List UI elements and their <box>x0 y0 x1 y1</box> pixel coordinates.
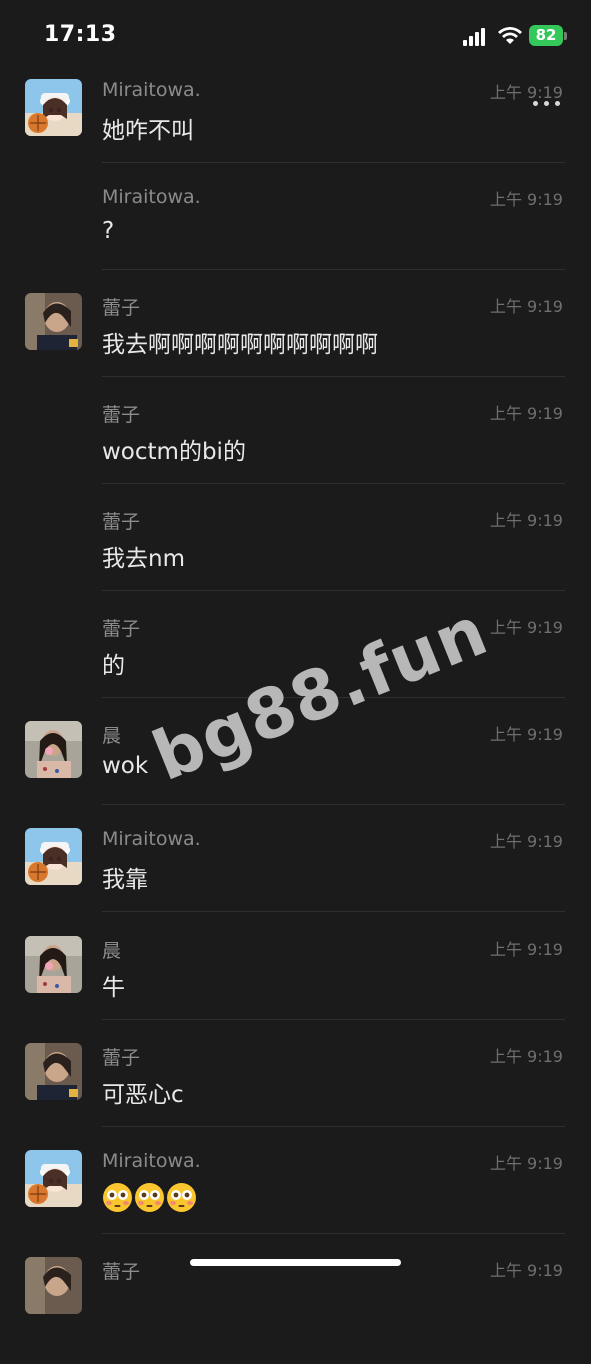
message-item[interactable]: 蕾子 上午 9:19 woctm的bi的 <box>0 400 591 507</box>
message-item[interactable]: 晨 上午 9:19 牛 <box>0 936 591 1043</box>
message-text: ? <box>102 218 115 244</box>
message-item[interactable]: Miraitowa. 上午 9:19 她咋不叫 <box>0 79 591 186</box>
message-time: 上午 9:19 <box>489 1261 563 1280</box>
message-item[interactable]: 蕾子 上午 9:19 <box>0 1257 591 1364</box>
message-text: 我靠 <box>102 867 148 893</box>
sender-name: 晨 <box>102 725 122 747</box>
sender-name: Miraitowa. <box>102 186 201 208</box>
sender-name: 蕾子 <box>102 297 141 319</box>
message-time: 上午 9:19 <box>489 1154 563 1173</box>
sender-name: 蕾子 <box>102 618 141 640</box>
divider <box>102 483 565 484</box>
sender-name: Miraitowa. <box>102 828 201 850</box>
message-item[interactable]: Miraitowa. 上午 9:19 我靠 <box>0 828 591 935</box>
flushed-face-emoji-icon <box>103 1183 132 1212</box>
message-text: woctm的bi的 <box>102 439 246 465</box>
divider <box>102 376 565 377</box>
flushed-face-emoji-icon <box>135 1183 164 1212</box>
divider <box>102 1233 565 1234</box>
sender-name: Miraitowa. <box>102 79 201 101</box>
message-item[interactable]: 蕾子 上午 9:19 的 <box>0 614 591 721</box>
message-time: 上午 9:19 <box>489 83 563 102</box>
message-item[interactable]: 蕾子 上午 9:19 我去啊啊啊啊啊啊啊啊啊啊 <box>0 293 591 400</box>
message-time: 上午 9:19 <box>489 1047 563 1066</box>
message-time: 上午 9:19 <box>489 190 563 209</box>
message-time: 上午 9:19 <box>489 404 563 423</box>
avatar-anime-girl[interactable] <box>25 79 82 136</box>
message-time: 上午 9:19 <box>489 832 563 851</box>
message-text: 我去啊啊啊啊啊啊啊啊啊啊 <box>102 332 378 358</box>
divider <box>102 590 565 591</box>
message-time: 上午 9:19 <box>489 940 563 959</box>
divider <box>102 269 565 270</box>
divider <box>102 162 565 163</box>
message-item[interactable]: Miraitowa. 上午 9:19 ? <box>0 186 591 293</box>
avatar-photo-girl-1[interactable] <box>25 293 82 350</box>
sender-name: 蕾子 <box>102 511 141 533</box>
divider <box>102 1019 565 1020</box>
avatar-photo-girl-1[interactable] <box>25 1257 82 1314</box>
message-text: wok <box>102 753 149 779</box>
avatar-photo-girl-2[interactable] <box>25 936 82 993</box>
message-emojis <box>102 1182 197 1213</box>
message-item[interactable]: 蕾子 上午 9:19 可恶心c <box>0 1043 591 1150</box>
divider <box>102 697 565 698</box>
avatar-photo-girl-1[interactable] <box>25 1043 82 1100</box>
message-list: Miraitowa. 上午 9:19 她咋不叫 Miraitowa. 上午 9:… <box>0 0 591 1314</box>
flushed-face-emoji-icon <box>167 1183 196 1212</box>
avatar-anime-girl[interactable] <box>25 828 82 885</box>
message-text: 牛 <box>102 975 125 1001</box>
message-item[interactable]: Miraitowa. 上午 9:19 <box>0 1150 591 1257</box>
avatar-anime-girl[interactable] <box>25 1150 82 1207</box>
message-item[interactable]: 蕾子 上午 9:19 我去nm <box>0 507 591 614</box>
message-time: 上午 9:19 <box>489 511 563 530</box>
message-text: 的 <box>102 653 125 679</box>
divider <box>102 911 565 912</box>
message-text: 可恶心c <box>102 1082 184 1108</box>
sender-name: 晨 <box>102 940 122 962</box>
avatar-photo-girl-2[interactable] <box>25 721 82 778</box>
sender-name: Miraitowa. <box>102 1150 201 1172</box>
message-time: 上午 9:19 <box>489 297 563 316</box>
message-text: 她咋不叫 <box>102 118 194 144</box>
divider <box>102 1126 565 1127</box>
message-text: 我去nm <box>102 546 185 572</box>
home-indicator[interactable] <box>190 1259 401 1266</box>
message-item[interactable]: 晨 上午 9:19 wok <box>0 721 591 828</box>
message-time: 上午 9:19 <box>489 618 563 637</box>
divider <box>102 804 565 805</box>
message-time: 上午 9:19 <box>489 725 563 744</box>
sender-name: 蕾子 <box>102 404 141 426</box>
sender-name: 蕾子 <box>102 1047 141 1069</box>
